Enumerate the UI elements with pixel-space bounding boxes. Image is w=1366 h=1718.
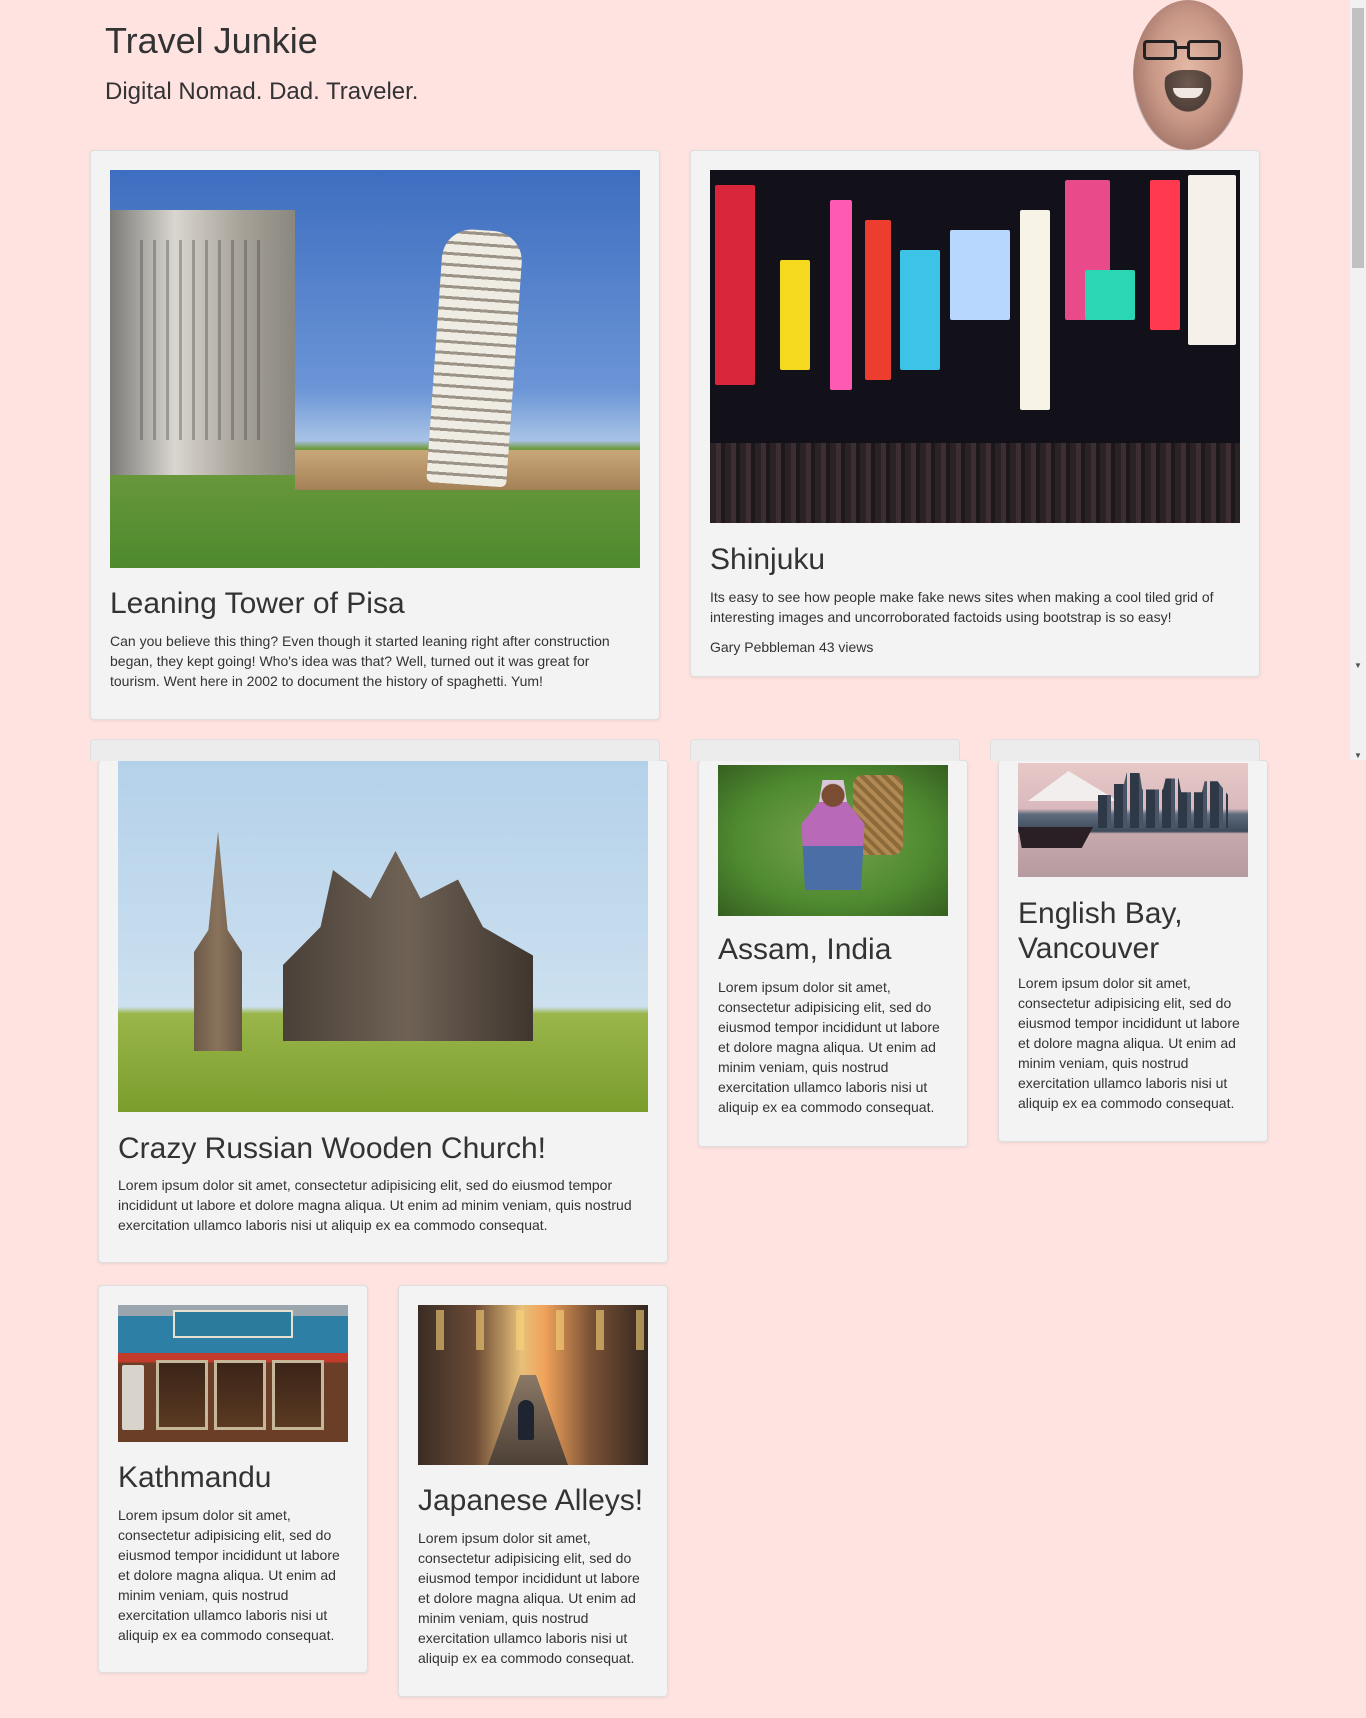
scroll-down-icon[interactable]: ▼ bbox=[1354, 662, 1362, 670]
card-text: Can you believe this thing? Even though … bbox=[110, 633, 610, 689]
card-title[interactable]: Kathmandu bbox=[118, 1461, 350, 1496]
card-text: Lorem ipsum dolor sit amet, consectetur … bbox=[118, 1507, 340, 1643]
page: Travel Junkie Digital Nomad. Dad. Travel… bbox=[0, 0, 1350, 1718]
card-tab bbox=[990, 739, 1260, 761]
shinjuku-photo[interactable] bbox=[710, 170, 1240, 523]
card-assam[interactable]: Assam, India Lorem ipsum dolor sit amet,… bbox=[690, 739, 968, 1147]
scroll-down-icon[interactable]: ▼ bbox=[1354, 752, 1362, 760]
alley-photo[interactable] bbox=[418, 1305, 648, 1465]
card-text: Lorem ipsum dolor sit amet, consectetur … bbox=[418, 1530, 640, 1666]
doorway-shape bbox=[156, 1360, 208, 1430]
crowd-shape bbox=[710, 443, 1240, 523]
neon-sign bbox=[1020, 210, 1050, 410]
bell-tower-shape bbox=[194, 831, 242, 1051]
card-title[interactable]: Shinjuku bbox=[710, 543, 825, 578]
tower-shape bbox=[426, 227, 524, 488]
site-title: Travel Junkie bbox=[105, 20, 318, 61]
card-text: Lorem ipsum dolor sit amet, consectetur … bbox=[118, 1177, 632, 1233]
neon-sign bbox=[950, 230, 1010, 320]
neon-sign bbox=[1085, 270, 1135, 320]
skyline-shape bbox=[1098, 773, 1228, 828]
glasses-left-lens bbox=[1143, 40, 1177, 60]
scrollbar-thumb[interactable] bbox=[1352, 8, 1364, 268]
doorway-shape bbox=[272, 1360, 324, 1430]
card-title[interactable]: Japanese Alleys! bbox=[418, 1484, 650, 1519]
card-title[interactable]: Leaning Tower of Pisa bbox=[110, 587, 405, 622]
card-title[interactable]: Assam, India bbox=[718, 933, 950, 968]
neon-sign bbox=[1188, 175, 1236, 345]
neon-sign bbox=[715, 185, 755, 385]
card-pisa[interactable]: Leaning Tower of Pisa Can you believe th… bbox=[90, 150, 660, 720]
lanterns-shape bbox=[418, 1310, 648, 1350]
neon-sign bbox=[1150, 180, 1180, 330]
doorway-shape bbox=[214, 1360, 266, 1430]
card-meta: Gary Pebbleman 43 views bbox=[710, 639, 874, 655]
card-text: Its easy to see how people make fake new… bbox=[710, 589, 1214, 625]
neon-sign bbox=[900, 250, 940, 370]
card-church[interactable]: Crazy Russian Wooden Church! Lorem ipsum… bbox=[90, 739, 668, 1263]
card-tab bbox=[690, 739, 960, 761]
church-photo[interactable] bbox=[118, 761, 648, 1112]
walker-shape bbox=[518, 1400, 534, 1440]
pisa-photo[interactable] bbox=[110, 170, 640, 568]
bakery-sign-shape bbox=[173, 1310, 293, 1338]
church-shape bbox=[283, 851, 533, 1041]
card-tab bbox=[90, 739, 660, 761]
cathedral-shape bbox=[110, 210, 295, 475]
card-vancouver[interactable]: English Bay, Vancouver Lorem ipsum dolor… bbox=[990, 739, 1268, 1142]
vancouver-photo[interactable] bbox=[1018, 763, 1248, 877]
card-shinjuku[interactable]: Shinjuku Its easy to see how people make… bbox=[690, 150, 1260, 677]
site-tagline: Digital Nomad. Dad. Traveler. bbox=[105, 78, 419, 105]
glasses-bridge bbox=[1177, 46, 1187, 49]
card-title[interactable]: Crazy Russian Wooden Church! bbox=[118, 1132, 546, 1167]
neon-sign bbox=[780, 260, 810, 370]
card-alleys[interactable]: Japanese Alleys! Lorem ipsum dolor sit a… bbox=[398, 1285, 668, 1697]
card-text: Lorem ipsum dolor sit amet, consectetur … bbox=[1018, 975, 1240, 1111]
card-title[interactable]: English Bay, Vancouver bbox=[1018, 897, 1250, 966]
kathmandu-photo[interactable] bbox=[118, 1305, 348, 1442]
neon-sign bbox=[830, 200, 852, 390]
pepsi-fridge-shape bbox=[122, 1365, 144, 1430]
neon-sign bbox=[865, 220, 891, 380]
ship-shape bbox=[1018, 827, 1093, 848]
avatar[interactable] bbox=[1133, 0, 1243, 150]
assam-photo[interactable] bbox=[718, 765, 948, 916]
card-kathmandu[interactable]: Kathmandu Lorem ipsum dolor sit amet, co… bbox=[98, 1285, 368, 1673]
card-text: Lorem ipsum dolor sit amet, consectetur … bbox=[718, 979, 940, 1115]
glasses-right-lens bbox=[1187, 40, 1221, 60]
